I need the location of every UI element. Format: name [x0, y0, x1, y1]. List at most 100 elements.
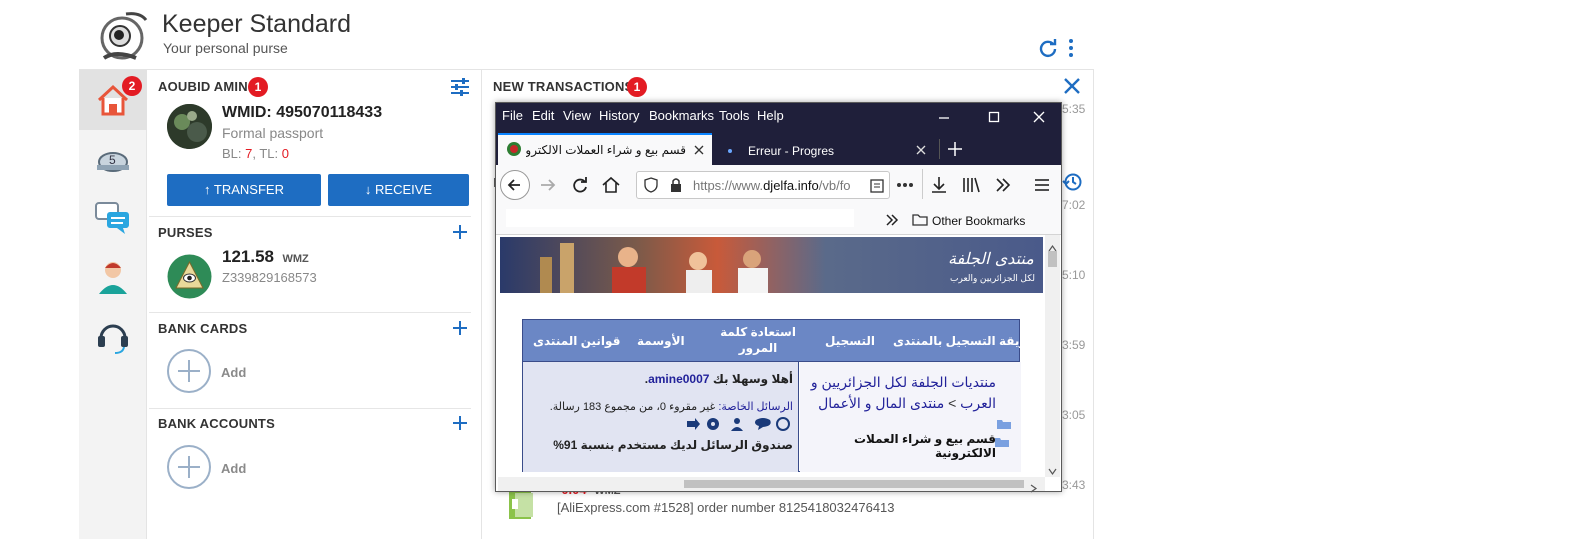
firefox-window[interactable]: File Edit View History Bookmarks Tools H…: [495, 102, 1062, 493]
scroll-down-icon[interactable]: [1048, 463, 1057, 476]
transactions-badge: 1: [627, 77, 647, 97]
divider: [149, 216, 471, 217]
forward-icon[interactable]: [537, 174, 559, 196]
tab-djelfa-title: قسم بيع و شراء العملات الالكترونية: [526, 143, 686, 157]
transaction-time: 5:10: [1062, 268, 1086, 282]
bl-tl-row: BL: 7, TL: 0: [222, 146, 289, 161]
wmid: WMID: 495070118433: [222, 104, 383, 121]
url-prefix: https://www.: [693, 178, 764, 193]
scroll-right-icon[interactable]: [1030, 480, 1038, 493]
hscroll-thumb[interactable]: [684, 480, 1024, 488]
menu-bookmarks[interactable]: Bookmarks: [649, 108, 714, 123]
pm-line: الرسائل الخاصة: غير مقروء 0، من مجموع 18…: [529, 400, 793, 413]
url-rest: /vb/fo: [818, 178, 851, 193]
djelfa-favicon-icon: [506, 141, 522, 157]
tab-separator: [939, 139, 940, 159]
tab-djelfa[interactable]: قسم بيع و شراء العملات الالكترونية: [498, 133, 712, 165]
tab-erreur-title[interactable]: Erreur - Progres: [748, 144, 834, 158]
url-text[interactable]: https://www.djelfa.info/vb/fo: [693, 178, 861, 193]
url-bar[interactable]: https://www.djelfa.info/vb/fo: [636, 171, 890, 199]
add-card-label[interactable]: Add: [221, 365, 246, 380]
reload-icon[interactable]: [569, 174, 591, 196]
transaction-time: 3:05: [1062, 408, 1086, 422]
nav-rules[interactable]: قوانين المنتدى: [533, 334, 620, 348]
add-card-circle-icon[interactable]: [167, 349, 211, 393]
minimize-icon[interactable]: [936, 109, 952, 125]
nav-register-method[interactable]: طريقة التسجيل بالمنتدى: [893, 334, 1038, 348]
transfer-button[interactable]: ↑ TRANSFER: [167, 174, 321, 206]
home-browser-icon[interactable]: [600, 174, 622, 196]
breadcrumb-sub[interactable]: منتدى المال و الأعمال: [818, 395, 944, 411]
downloads-icon[interactable]: [928, 174, 950, 196]
add-purse-icon[interactable]: [451, 223, 469, 241]
bookmarks-overflow-icon[interactable]: [884, 212, 900, 228]
wmz-purse-icon[interactable]: [167, 254, 212, 299]
last-transaction-description[interactable]: [AliExpress.com #1528] order number 8125…: [557, 500, 895, 515]
add-bank-card-icon[interactable]: [451, 319, 469, 337]
close-icon[interactable]: [1063, 77, 1081, 95]
menu-tools[interactable]: Tools: [719, 108, 749, 123]
welcome-prefix: أهلا وسهلا بك: [712, 372, 793, 386]
back-icon[interactable]: [500, 170, 530, 200]
breadcrumb-separator: >: [948, 395, 957, 411]
menu-file[interactable]: File: [502, 108, 523, 123]
menu-edit[interactable]: Edit: [532, 108, 554, 123]
headset-icon[interactable]: [93, 316, 133, 356]
support-agent-icon[interactable]: [93, 256, 133, 296]
welcome-user[interactable]: amine0007: [648, 372, 709, 386]
pm-label[interactable]: الرسائل الخاصة:: [718, 401, 793, 413]
keeper-logo-icon: [96, 8, 152, 64]
new-tab-icon[interactable]: [947, 141, 963, 157]
purse-stack-icon[interactable]: 5: [93, 140, 133, 180]
other-bookmarks[interactable]: Other Bookmarks: [932, 214, 1025, 228]
settings-sliders-icon[interactable]: [450, 77, 470, 97]
add-account-circle-icon[interactable]: [167, 445, 211, 489]
more-menu-icon[interactable]: [1064, 38, 1078, 58]
messages-icon[interactable]: [93, 198, 133, 238]
history-icon[interactable]: [1062, 172, 1082, 192]
scroll-thumb[interactable]: [1048, 251, 1057, 267]
transaction-time: 3:43: [1062, 478, 1086, 492]
reader-view-icon[interactable]: [869, 178, 885, 194]
receive-button[interactable]: ↓ RECEIVE: [328, 174, 469, 206]
overflow-chevron-icon[interactable]: [992, 174, 1014, 196]
divider: [149, 408, 471, 409]
purse-amount: 121.58: [222, 247, 274, 266]
page-actions-icon[interactable]: [894, 174, 916, 196]
library-icon[interactable]: [960, 174, 982, 196]
forum-nav-bar: طريقة التسجيل بالمنتدى التسجيل استعادة ك…: [522, 319, 1038, 362]
welcome-cell: أهلا وسهلا بك amine0007. الرسائل الخاصة:…: [523, 362, 799, 472]
menu-view[interactable]: View: [563, 108, 591, 123]
horizontal-scrollbar[interactable]: [498, 477, 1045, 493]
menu-help[interactable]: Help: [757, 108, 784, 123]
home-badge: 2: [122, 76, 142, 96]
transaction-time: 3:59: [1062, 338, 1086, 352]
lock-icon[interactable]: [669, 177, 683, 193]
nav-register[interactable]: التسجيل: [825, 334, 875, 348]
purse-balance-row: 121.58 WMZ: [222, 247, 309, 267]
avatar: [167, 104, 212, 149]
tracking-shield-icon[interactable]: [643, 177, 659, 193]
bookmarks-toolbar: Other Bookmarks: [496, 205, 1061, 235]
firefox-titlebar[interactable]: File Edit View History Bookmarks Tools H…: [496, 103, 1061, 131]
refresh-icon[interactable]: [1038, 38, 1058, 58]
url-domain: djelfa.info: [763, 178, 819, 193]
tab-close-icon[interactable]: [914, 143, 928, 157]
tab-close-icon[interactable]: [692, 143, 706, 157]
add-account-label[interactable]: Add: [221, 461, 246, 476]
add-bank-account-icon[interactable]: [451, 414, 469, 432]
user-action-icons[interactable]: [683, 416, 793, 432]
purse-number: Z339829168573: [222, 270, 317, 285]
page-content: منتدى الجلفة لكل الجزائريين والعرب طريقة…: [498, 235, 1045, 477]
vertical-scrollbar[interactable]: [1045, 235, 1060, 477]
menu-history[interactable]: History: [599, 108, 639, 123]
window-close-icon[interactable]: [1031, 109, 1047, 125]
user-actions-icon[interactable]: [683, 416, 793, 432]
scroll-up-icon[interactable]: [1048, 239, 1057, 252]
nav-password-recovery[interactable]: استعادة كلمة المرور: [719, 324, 797, 356]
hamburger-menu-icon[interactable]: [1031, 174, 1053, 196]
passport-type: Formal passport: [222, 125, 324, 141]
welcome-line: أهلا وسهلا بك amine0007.: [644, 372, 793, 386]
nav-medals[interactable]: الأوسمة: [637, 334, 685, 348]
maximize-icon[interactable]: [986, 109, 1002, 125]
